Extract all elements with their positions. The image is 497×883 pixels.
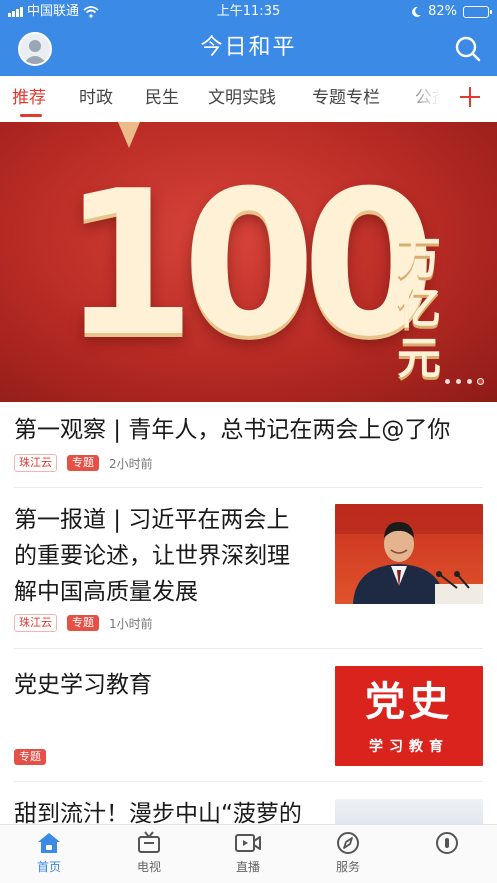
app-title: 今日和平	[200, 35, 297, 60]
profile-icon	[436, 832, 458, 854]
banner-headline-number: 100	[62, 148, 436, 381]
thumbnail-small-text: 学习教育	[369, 739, 449, 755]
news-item[interactable]: 甜到流汁！漫步中山“菠萝的	[0, 782, 497, 824]
tab-civilization-practice[interactable]: 文明实践	[208, 86, 276, 110]
tab-special-columns[interactable]: 专题专栏	[312, 86, 380, 110]
news-title: 甜到流汁！漫步中山“菠萝的	[14, 801, 302, 824]
tab-livelihood[interactable]: 民生	[145, 86, 179, 110]
news-thumbnail	[335, 799, 483, 824]
status-right: 82%	[410, 0, 492, 24]
news-title-line: 的重要论述，让世界深刻理	[14, 543, 290, 569]
compass-icon	[337, 832, 359, 854]
news-title: 第一观察 | 青年人，总书记在两会上@了你	[14, 417, 451, 443]
banner-ribbon-decoration	[118, 122, 140, 148]
nav-profile[interactable]	[417, 831, 477, 858]
news-title: 第一报道 | 习近平在两会上 的重要论述，让世界深刻理 解中国高质量发展	[14, 502, 324, 610]
nav-label: 首页	[36, 860, 61, 874]
status-bar: 中国联通 上午11:35 82%	[0, 0, 497, 24]
news-title: 党史学习教育	[14, 672, 152, 698]
news-title-line: 解中国高质量发展	[14, 579, 198, 605]
nav-label: 直播	[235, 860, 260, 874]
banner-dot[interactable]	[445, 379, 450, 384]
topic-badge: 专题	[67, 455, 99, 471]
banner-page-indicator	[445, 379, 483, 384]
source-tag: 珠江云	[14, 614, 57, 632]
news-meta: 珠江云 专题 1小时前	[14, 614, 153, 632]
moon-icon	[412, 6, 422, 17]
bottom-navigation: 首页 电视 直播 服务	[0, 824, 497, 883]
banner-headline-unit: 万亿元	[397, 233, 441, 384]
news-item[interactable]: 第一报道 | 习近平在两会上 的重要论述，让世界深刻理 解中国高质量发展 珠江云…	[0, 488, 497, 649]
nav-service[interactable]: 服务	[318, 831, 378, 875]
add-tab-icon[interactable]	[457, 84, 483, 110]
news-item[interactable]: 第一观察 | 青年人，总书记在两会上@了你 珠江云 专题 2小时前	[0, 402, 497, 488]
nav-live[interactable]: 直播	[218, 831, 278, 875]
battery-percent: 82%	[428, 4, 457, 19]
tab-politics[interactable]: 时政	[79, 86, 113, 110]
active-tab-indicator	[20, 114, 42, 117]
nav-label: 电视	[136, 860, 161, 874]
news-time: 1小时前	[109, 616, 153, 631]
news-thumbnail: 党史 学习教育	[335, 666, 483, 766]
banner-dot[interactable]	[467, 379, 472, 384]
news-title-line: 第一报道 | 习近平在两会上	[14, 507, 290, 533]
nav-label: 服务	[335, 860, 360, 874]
topic-badge: 专题	[14, 749, 46, 765]
app-bar: 今日和平	[0, 24, 497, 76]
news-meta: 专题	[14, 749, 46, 765]
app-header: 中国联通 上午11:35 82% 今日和平	[0, 0, 497, 76]
tv-icon	[138, 831, 160, 853]
news-item[interactable]: 党史学习教育 专题 党史 学习教育	[0, 649, 497, 782]
tab-recommend[interactable]: 推荐	[12, 86, 46, 110]
banner-dot[interactable]	[456, 379, 461, 384]
home-icon	[38, 833, 60, 853]
search-icon[interactable]	[453, 34, 483, 64]
topic-badge: 专题	[67, 615, 99, 631]
source-tag: 珠江云	[14, 454, 57, 472]
tab-fade-overlay	[398, 76, 454, 122]
thumbnail-big-text: 党史	[365, 678, 453, 725]
news-thumbnail	[335, 504, 483, 604]
battery-icon	[463, 6, 492, 18]
news-time: 2小时前	[109, 456, 153, 471]
banner-dot[interactable]	[478, 379, 483, 384]
news-meta: 珠江云 专题 2小时前	[14, 454, 153, 472]
category-tabs: 推荐 时政 民生 文明实践 专题专栏 公益	[0, 76, 497, 122]
nav-tv[interactable]: 电视	[119, 831, 179, 875]
live-video-icon	[235, 834, 261, 852]
hero-banner[interactable]: 100 万亿元	[0, 122, 497, 402]
speaker-photo	[335, 504, 483, 604]
nav-home[interactable]: 首页	[19, 831, 79, 875]
